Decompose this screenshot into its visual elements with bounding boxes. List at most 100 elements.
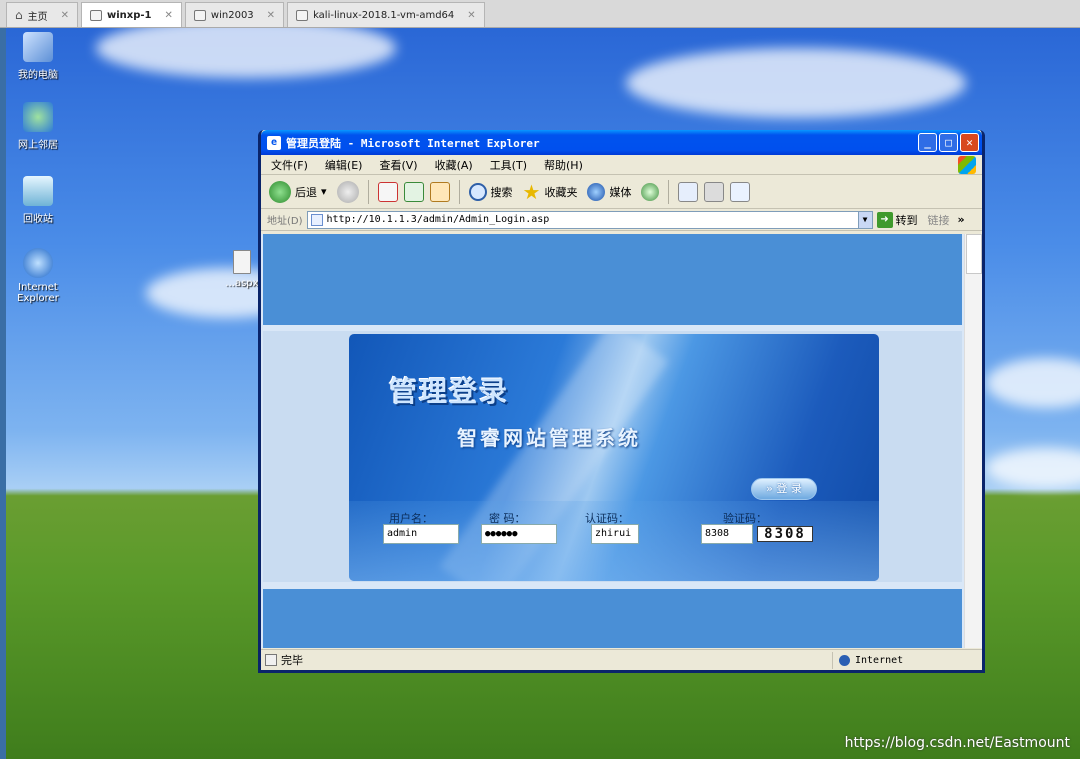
- chevron-down-icon[interactable]: ▼: [857, 211, 872, 228]
- search-icon: [468, 182, 487, 201]
- chevron-right-icon[interactable]: »: [958, 213, 965, 226]
- globe-icon: [839, 655, 850, 666]
- desktop-icon-my-computer[interactable]: 我的电脑: [8, 32, 68, 81]
- host-tab-label: winxp-1: [107, 9, 152, 21]
- address-url: http://10.1.1.3/admin/Admin_Login.asp: [326, 214, 550, 225]
- go-label: 转到: [895, 213, 918, 227]
- address-label: 地址(D): [267, 216, 303, 227]
- login-panel: 管理登录 智睿网站管理系统 » 登 录 用户名： admin 密 码： ●●●●…: [349, 334, 879, 581]
- authcode-field[interactable]: zhirui: [591, 524, 639, 544]
- home-icon: ⌂: [15, 8, 23, 22]
- windows-logo-icon: [958, 156, 976, 174]
- forward-button[interactable]: [336, 180, 359, 203]
- ie-window: e 管理员登陆 - Microsoft Internet Explorer _ …: [258, 130, 985, 673]
- separator: [668, 179, 670, 204]
- menu-view[interactable]: 查看(V): [379, 157, 417, 173]
- recycle-bin-icon: [23, 176, 53, 206]
- desktop-file-label: ...aspx: [225, 278, 259, 289]
- network-icon: [23, 102, 53, 132]
- host-tab-label: win2003: [210, 9, 254, 21]
- host-tab-label: kali-linux-2018.1-vm-amd64: [313, 9, 455, 21]
- footer-band: [263, 589, 962, 648]
- mail-button[interactable]: [678, 181, 699, 202]
- captcha-image: 8308: [757, 526, 813, 542]
- media-button[interactable]: 媒体: [587, 182, 632, 201]
- title-bar[interactable]: e 管理员登陆 - Microsoft Internet Explorer _ …: [261, 130, 982, 155]
- host-tab-bar: ⌂ 主页 ✕ winxp-1 ✕ win2003 ✕ kali-linux-20…: [0, 0, 1080, 28]
- login-title: 管理登录: [389, 375, 510, 408]
- host-tab-winxp[interactable]: winxp-1 ✕: [81, 2, 182, 27]
- minimize-button[interactable]: _: [918, 133, 937, 152]
- menu-file[interactable]: 文件(F): [271, 157, 308, 173]
- vm-icon: [296, 9, 309, 21]
- close-icon[interactable]: ✕: [267, 10, 275, 21]
- menu-favorites[interactable]: 收藏(A): [435, 157, 473, 173]
- vertical-scrollbar[interactable]: [964, 234, 982, 648]
- ie-logo-icon: e: [267, 135, 281, 150]
- back-button[interactable]: 后退 ▾: [269, 180, 327, 203]
- links-button[interactable]: 链接: [928, 212, 950, 228]
- home-button[interactable]: [429, 181, 450, 202]
- history-button[interactable]: [641, 182, 660, 201]
- refresh-button[interactable]: [403, 181, 424, 202]
- close-icon[interactable]: ✕: [61, 10, 69, 21]
- host-tab-home[interactable]: ⌂ 主页 ✕: [6, 2, 79, 27]
- menu-tools[interactable]: 工具(T): [490, 157, 527, 173]
- header-band: [263, 234, 962, 325]
- separator: [367, 179, 369, 204]
- separator: [458, 179, 460, 204]
- password-field[interactable]: ●●●●●●: [481, 524, 557, 544]
- go-button[interactable]: ➜ 转到: [876, 211, 918, 228]
- media-label: 媒体: [609, 185, 632, 199]
- page-icon: [310, 213, 323, 226]
- status-text: 完毕: [281, 654, 303, 667]
- login-button[interactable]: » 登 录: [751, 478, 817, 500]
- vm-icon: [90, 9, 103, 21]
- favorites-label: 收藏夹: [544, 185, 578, 199]
- scrollbar-thumb[interactable]: [965, 234, 982, 274]
- edit-button[interactable]: [730, 181, 751, 202]
- favorites-button[interactable]: ★ 收藏夹: [523, 180, 578, 204]
- address-input[interactable]: http://10.1.1.3/admin/Admin_Login.asp ▼: [306, 210, 873, 229]
- address-bar: 地址(D) http://10.1.1.3/admin/Admin_Login.…: [261, 209, 982, 231]
- search-label: 搜索: [490, 185, 513, 199]
- search-button[interactable]: 搜索: [468, 182, 513, 201]
- desktop-icon-network[interactable]: 网上邻居: [8, 102, 68, 151]
- cloud: [986, 358, 1080, 408]
- desktop-icon-recycle-bin[interactable]: 回收站: [8, 176, 68, 225]
- status-bar: 完毕 Internet: [261, 649, 982, 670]
- close-button[interactable]: ✕: [960, 133, 979, 152]
- dropdown-icon[interactable]: ▾: [321, 185, 327, 198]
- menu-bar: 文件(F) 编辑(E) 查看(V) 收藏(A) 工具(T) 帮助(H): [261, 155, 982, 175]
- host-tab-win2003[interactable]: win2003 ✕: [184, 2, 285, 27]
- zone-label: Internet: [855, 655, 904, 666]
- menu-edit[interactable]: 编辑(E): [325, 157, 363, 173]
- go-arrow-icon: ➜: [876, 211, 893, 228]
- close-icon[interactable]: ✕: [165, 10, 173, 21]
- star-icon: ★: [522, 179, 541, 204]
- username-field[interactable]: admin: [383, 524, 459, 544]
- back-label: 后退: [295, 185, 317, 199]
- close-icon[interactable]: ✕: [467, 10, 475, 21]
- cloud: [986, 448, 1080, 488]
- desktop-icon-label: Internet Explorer: [17, 282, 59, 304]
- system-name: 智睿网站管理系统: [457, 426, 641, 450]
- cloud: [96, 28, 396, 78]
- captcha-field[interactable]: 8308: [701, 524, 753, 544]
- vm-icon: [193, 9, 206, 21]
- menu-help[interactable]: 帮助(H): [544, 157, 583, 173]
- media-icon: [587, 182, 606, 201]
- stop-button[interactable]: [377, 181, 398, 202]
- desktop-icon-label: 网上邻居: [18, 140, 58, 151]
- window-title: 管理员登陆 - Microsoft Internet Explorer: [286, 136, 540, 150]
- host-tab-kali[interactable]: kali-linux-2018.1-vm-amd64 ✕: [287, 2, 485, 27]
- print-button[interactable]: [704, 181, 725, 202]
- back-arrow-icon: [269, 180, 291, 203]
- desktop-icon-label: 我的电脑: [18, 70, 58, 81]
- internet-explorer-icon: [23, 248, 53, 278]
- host-tab-label: 主页: [27, 11, 48, 23]
- desktop-icon-ie[interactable]: Internet Explorer: [8, 248, 68, 304]
- maximize-button[interactable]: □: [939, 133, 958, 152]
- desktop-icon-label: 回收站: [23, 214, 53, 225]
- security-zone: Internet: [832, 652, 980, 669]
